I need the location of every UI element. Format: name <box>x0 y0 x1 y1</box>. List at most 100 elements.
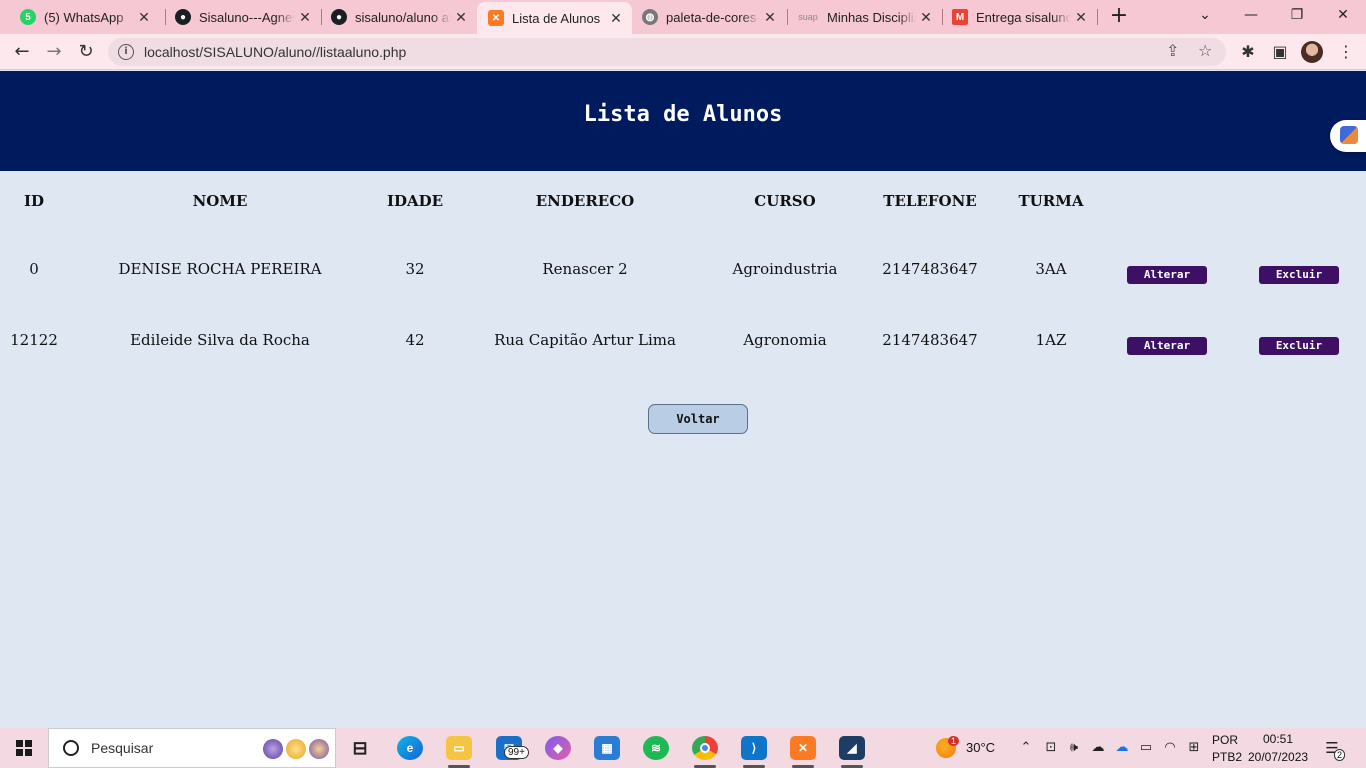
cell-idade: 42 <box>405 331 425 349</box>
tab-title: sisaluno/aluno at <box>355 9 451 25</box>
close-tab-icon[interactable]: ✕ <box>134 9 154 26</box>
volume-icon[interactable]: 🕪 <box>1066 740 1082 756</box>
cell-id: 12122 <box>10 331 58 349</box>
tab-title: Minhas Disciplina <box>827 9 916 25</box>
cell-curso: Agroindustria <box>732 260 838 278</box>
cell-turma: 1AZ <box>1035 331 1067 349</box>
tab-title: Entrega sisaluno <box>976 9 1071 25</box>
side-panel-icon[interactable]: ▣ <box>1270 42 1290 62</box>
cell-id: 0 <box>29 260 39 278</box>
tab-minhas-disciplinas[interactable]: suap Minhas Disciplina ✕ <box>777 4 942 30</box>
page-title: Lista de Alunos <box>583 102 783 127</box>
reload-button[interactable]: ↻ <box>74 40 98 64</box>
battery-icon[interactable]: ▭ <box>1138 740 1154 756</box>
tab-sisaluno-agnes[interactable]: ● Sisaluno---Agnes ✕ <box>155 4 321 30</box>
tab-strip: 5 (5) WhatsApp ✕ ● Sisaluno---Agnes ✕ ● … <box>0 0 1366 34</box>
cell-endereco: Rua Capitão Artur Lima <box>494 331 676 349</box>
globe-icon: ◍ <box>642 9 658 25</box>
windows-start-icon[interactable] <box>16 740 32 756</box>
wifi-icon[interactable]: ◠ <box>1162 740 1178 756</box>
site-info-icon[interactable]: i <box>118 44 134 60</box>
tab-sisaluno-aluno[interactable]: ● sisaluno/aluno at ✕ <box>311 4 477 30</box>
translate-extension-icon[interactable] <box>1330 120 1366 152</box>
mysql-workbench-icon[interactable]: ◢ <box>839 736 865 760</box>
weather-badge: 1 <box>948 736 960 746</box>
tab-lista-de-alunos[interactable]: ✕ Lista de Alunos ✕ <box>477 2 632 34</box>
vpn-cloud-icon[interactable]: ☁ <box>1090 740 1106 756</box>
alterar-button[interactable]: Alterar <box>1127 266 1207 284</box>
share-icon[interactable]: ⇪ <box>1166 41 1179 60</box>
cell-idade: 32 <box>405 260 425 278</box>
column-header-turma: TURMA <box>1018 192 1084 210</box>
language-indicator[interactable]: POR <box>1212 733 1238 747</box>
meet-now-icon[interactable]: ⊡ <box>1043 740 1059 756</box>
spotify-icon[interactable]: ≋ <box>643 736 669 760</box>
whatsapp-icon: 5 <box>20 9 36 25</box>
cell-telefone: 2147483647 <box>882 260 978 278</box>
task-view-icon[interactable]: ⊟ <box>347 736 373 760</box>
cell-telefone: 2147483647 <box>882 331 978 349</box>
vscode-icon[interactable]: ⟩ <box>741 736 767 760</box>
cell-nome: DENISE ROCHA PEREIRA <box>118 260 322 278</box>
bookmark-star-icon[interactable]: ☆ <box>1198 41 1212 60</box>
forward-button[interactable]: → <box>42 40 66 64</box>
tab-title: paleta-de-cores- <box>666 9 760 25</box>
github-icon: ● <box>331 9 347 25</box>
temperature-text[interactable]: 30°C <box>966 740 995 755</box>
clock-time[interactable]: 00:51 <box>1263 732 1293 746</box>
mail-badge: 99+ <box>504 746 529 759</box>
search-highlight-icon <box>263 739 329 759</box>
cell-endereco: Renascer 2 <box>542 260 628 278</box>
minimize-button[interactable]: — <box>1228 4 1274 28</box>
github-icon: ● <box>175 9 191 25</box>
excluir-button[interactable]: Excluir <box>1259 266 1339 284</box>
column-header-idade: IDADE <box>386 192 444 210</box>
taskbar-search-box[interactable]: Pesquisar <box>48 728 336 768</box>
file-explorer-icon[interactable]: ▭ <box>446 736 472 760</box>
voltar-button[interactable]: Voltar <box>648 404 748 434</box>
column-header-telefone: TELEFONE <box>883 192 977 210</box>
restore-button[interactable]: ❐ <box>1274 4 1320 28</box>
close-tab-icon[interactable]: ✕ <box>451 9 471 26</box>
column-header-nome: NOME <box>192 192 248 210</box>
copilot-icon[interactable]: ◆ <box>545 736 571 760</box>
microsoft-store-icon[interactable]: ▦ <box>594 736 620 760</box>
chevron-up-icon[interactable]: ⌃ <box>1018 740 1034 756</box>
column-header-endereco: ENDERECO <box>535 192 635 210</box>
clock-date[interactable]: 20/07/2023 <box>1248 750 1308 764</box>
tab-separator <box>1097 9 1098 25</box>
cell-nome: Edileide Silva da Rocha <box>130 331 310 349</box>
cell-turma: 3AA <box>1035 260 1067 278</box>
network-icon[interactable]: ⊞ <box>1186 740 1202 756</box>
close-tab-icon[interactable]: ✕ <box>1071 9 1091 26</box>
tab-title: Lista de Alunos <box>512 10 601 26</box>
cell-curso: Agronomia <box>743 331 827 349</box>
excluir-button[interactable]: Excluir <box>1259 337 1339 355</box>
keyboard-layout[interactable]: PTB2 <box>1212 750 1242 764</box>
alterar-button[interactable]: Alterar <box>1127 337 1207 355</box>
xampp-icon: ✕ <box>488 10 504 26</box>
address-bar[interactable]: i localhost/SISALUNO/aluno//listaaluno.p… <box>108 38 1226 66</box>
tab-entrega-sisaluno[interactable]: M Entrega sisaluno ✕ <box>932 4 1097 30</box>
browser-toolbar: ← → ↻ i localhost/SISALUNO/aluno//listaa… <box>0 34 1366 70</box>
edge-icon[interactable]: e <box>397 736 423 760</box>
tab-paleta-de-cores[interactable]: ◍ paleta-de-cores- ✕ <box>622 4 786 30</box>
tab-title: (5) WhatsApp <box>44 9 124 25</box>
search-placeholder: Pesquisar <box>91 740 154 756</box>
search-icon <box>63 740 79 756</box>
page-header: Lista de Alunos <box>0 71 1366 171</box>
new-tab-button[interactable]: + <box>1108 5 1130 29</box>
tab-search-chevron-icon[interactable]: ⌄ <box>1182 4 1228 28</box>
browser-menu-icon[interactable]: ⋮ <box>1336 42 1356 62</box>
close-window-button[interactable]: ✕ <box>1320 4 1366 28</box>
url-text[interactable]: localhost/SISALUNO/aluno//listaaluno.php <box>144 44 406 60</box>
gmail-icon: M <box>952 9 968 25</box>
tab-whatsapp[interactable]: 5 (5) WhatsApp ✕ <box>0 4 160 30</box>
profile-avatar[interactable] <box>1301 41 1323 63</box>
chrome-icon[interactable] <box>692 736 718 760</box>
back-button[interactable]: ← <box>10 40 34 64</box>
extensions-puzzle-icon[interactable]: ✱ <box>1238 42 1258 62</box>
xampp-icon[interactable]: ✕ <box>790 736 816 760</box>
onedrive-icon[interactable]: ☁ <box>1114 740 1130 756</box>
column-header-id: ID <box>23 192 45 210</box>
